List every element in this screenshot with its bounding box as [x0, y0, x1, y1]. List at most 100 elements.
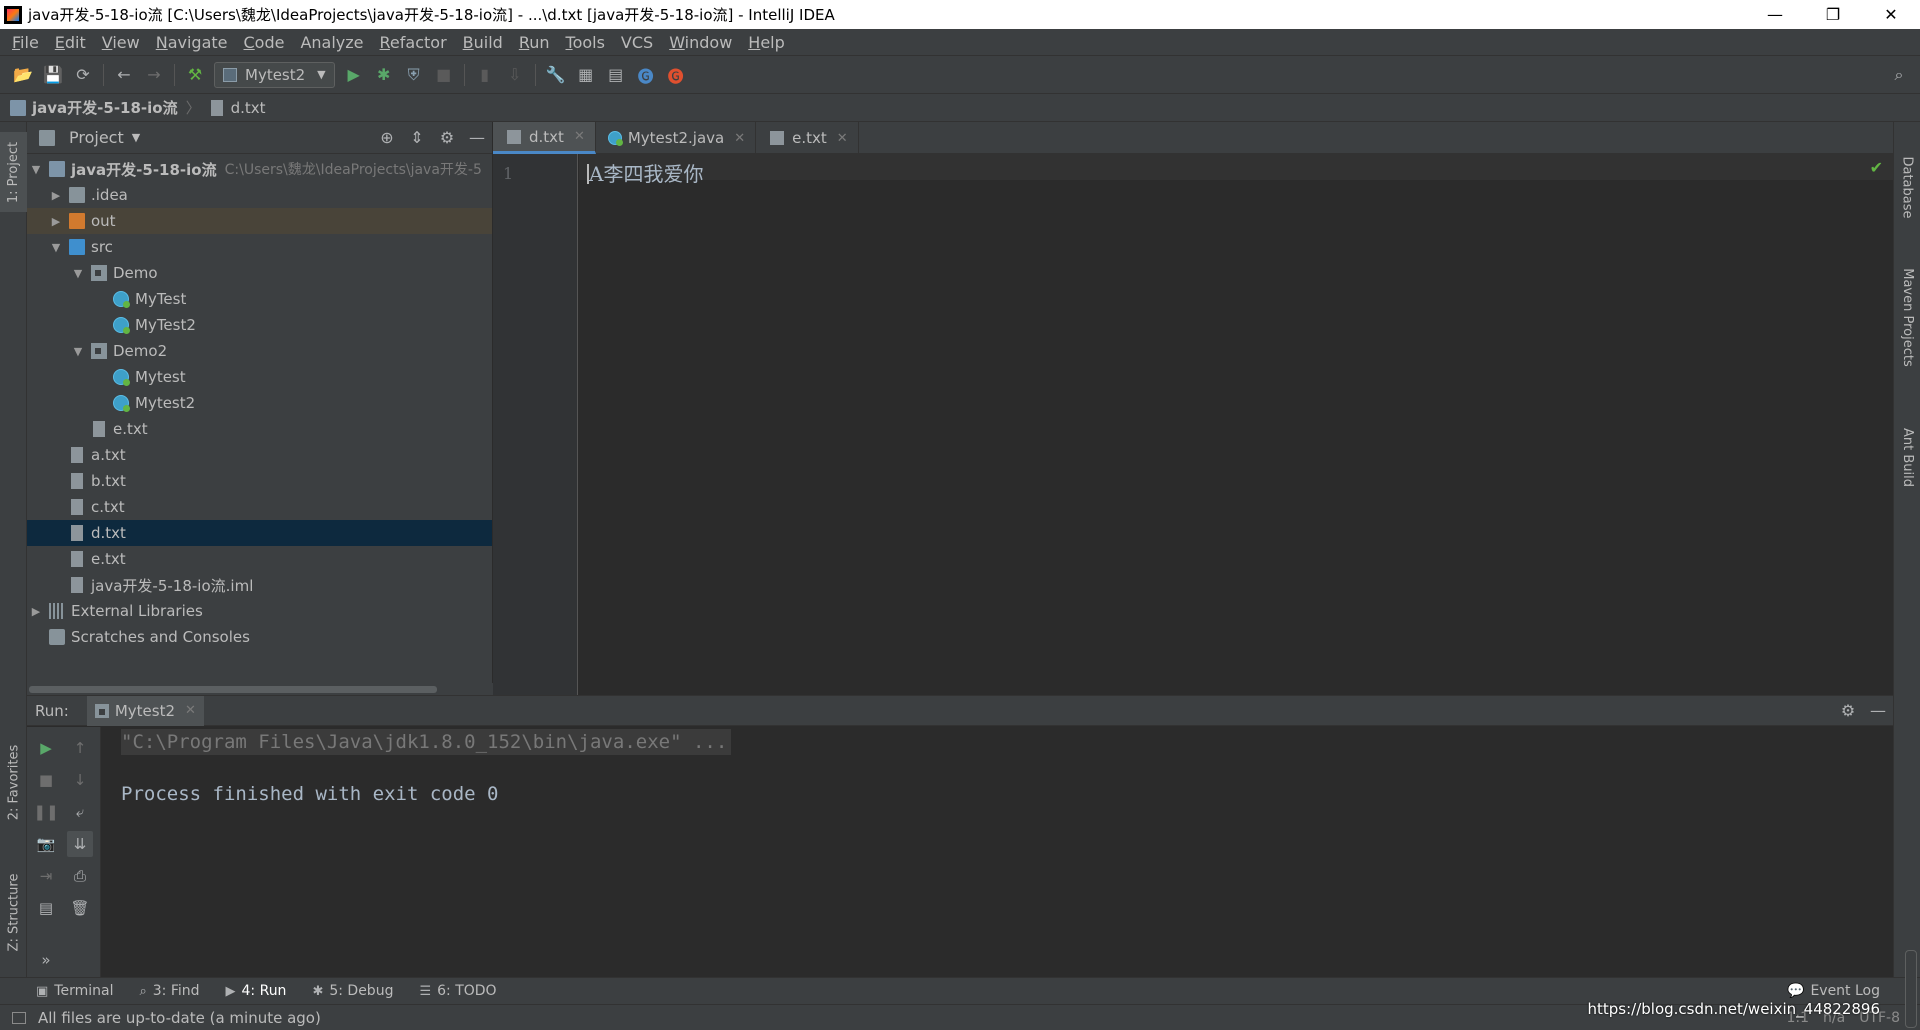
print-icon[interactable]: ⎙: [67, 863, 93, 889]
menu-navigate[interactable]: Navigate: [148, 33, 236, 52]
tab-debug[interactable]: ✱ 5: Debug: [312, 983, 393, 999]
menu-analyze[interactable]: Analyze: [292, 33, 371, 52]
hide-panel-icon[interactable]: —: [462, 123, 492, 153]
coverage-icon[interactable]: ⛨: [399, 60, 429, 90]
rerun-icon[interactable]: ▶: [33, 735, 59, 761]
tree-item-mytest2-demo2[interactable]: Mytest2: [27, 390, 492, 416]
tab-project[interactable]: 1: Project: [0, 132, 27, 212]
tree-item-mytest[interactable]: MyTest: [27, 286, 492, 312]
menu-code[interactable]: Code: [236, 33, 293, 52]
settings-wrench-icon[interactable]: 🔧: [541, 60, 571, 90]
code-text[interactable]: A李四我爱你: [587, 158, 703, 187]
expand-arrow-icon[interactable]: ▼: [71, 267, 85, 280]
expand-arrow-icon[interactable]: ▶: [49, 215, 63, 228]
menu-view[interactable]: View: [94, 33, 148, 52]
tab-e-txt[interactable]: e.txt ✕: [756, 122, 859, 154]
tab-d-txt[interactable]: d.txt ✕: [493, 122, 596, 154]
layout-icon[interactable]: ▤: [33, 895, 59, 921]
tab-run[interactable]: ▶ 4: Run: [226, 983, 287, 999]
tab-favorites[interactable]: 2: Favorites: [0, 732, 27, 832]
menu-refactor[interactable]: Refactor: [372, 33, 455, 52]
run-tab-mytest2[interactable]: Mytest2 ✕: [86, 695, 204, 726]
project-view-select[interactable]: Project: [69, 128, 124, 147]
gear-icon[interactable]: ⚙: [432, 123, 462, 153]
expand-arrow-icon[interactable]: ▼: [29, 163, 43, 176]
soft-wrap-icon[interactable]: ⤶: [67, 799, 93, 825]
run-icon[interactable]: ▶: [339, 60, 369, 90]
console-output[interactable]: "C:\Program Files\Java\jdk1.8.0_152\bin\…: [121, 729, 732, 805]
exit-icon[interactable]: ⇥: [33, 863, 59, 889]
tree-item-scratches[interactable]: Scratches and Consoles: [27, 624, 492, 650]
sdk-manager-icon[interactable]: ▤: [601, 60, 631, 90]
tree-item-e-txt-src[interactable]: e.txt: [27, 416, 492, 442]
menu-vcs[interactable]: VCS: [613, 33, 661, 52]
menu-build[interactable]: Build: [455, 33, 511, 52]
tree-item-demo[interactable]: ▼ Demo: [27, 260, 492, 286]
chevron-down-icon[interactable]: ▼: [132, 131, 140, 144]
tree-item-idea[interactable]: ▶ .idea: [27, 182, 492, 208]
more-icon[interactable]: »: [33, 947, 59, 973]
tree-item-iml[interactable]: java开发-5-18-io流.iml: [27, 572, 492, 598]
tab-terminal[interactable]: ▣ Terminal: [36, 983, 113, 999]
scroll-to-end-icon[interactable]: ⇊: [67, 831, 93, 857]
tree-item-src[interactable]: ▼ src: [27, 234, 492, 260]
run-configuration-select[interactable]: Mytest2 ▼: [214, 61, 335, 88]
event-log-button[interactable]: 💬 Event Log: [1787, 983, 1880, 999]
gear-icon[interactable]: ⚙: [1833, 696, 1863, 726]
vcs-commit-icon[interactable]: ⇩: [500, 60, 530, 90]
expand-arrow-icon[interactable]: ▶: [49, 189, 63, 202]
open-folder-icon[interactable]: 📂: [8, 60, 38, 90]
menu-window[interactable]: Window: [661, 33, 740, 52]
sync-icon[interactable]: ⟳: [68, 60, 98, 90]
back-icon[interactable]: ←: [109, 60, 139, 90]
minimize-button[interactable]: —: [1746, 0, 1804, 29]
close-icon[interactable]: ✕: [837, 131, 848, 146]
console-command[interactable]: "C:\Program Files\Java\jdk1.8.0_152\bin\…: [121, 729, 732, 755]
scroll-down-icon[interactable]: ↓: [67, 767, 93, 793]
expand-arrow-icon[interactable]: ▶: [29, 605, 43, 618]
tool-windows-toggle-icon[interactable]: [12, 1011, 26, 1024]
close-icon[interactable]: ✕: [574, 129, 585, 144]
scrollbar-thumb[interactable]: [29, 686, 437, 693]
menu-tools[interactable]: Tools: [558, 33, 613, 52]
tree-item-external-libraries[interactable]: ▶ External Libraries: [27, 598, 492, 624]
forward-icon[interactable]: →: [139, 60, 169, 90]
tab-database[interactable]: Database: [1894, 142, 1920, 232]
tab-todo[interactable]: ☰ 6: TODO: [419, 983, 496, 999]
expand-arrow-icon[interactable]: ▼: [71, 345, 85, 358]
tab-structure[interactable]: Z: Structure: [0, 862, 27, 962]
dump-threads-icon[interactable]: 📷: [33, 831, 59, 857]
breadcrumb-project[interactable]: java开发-5-18-io流: [10, 97, 178, 118]
vcs-update-icon[interactable]: ▮: [470, 60, 500, 90]
scroll-up-icon[interactable]: ↑: [67, 735, 93, 761]
tab-find[interactable]: ⌕ 3: Find: [139, 983, 199, 999]
memory-indicator[interactable]: [1905, 950, 1917, 1028]
stop-icon[interactable]: ■: [33, 767, 59, 793]
close-icon[interactable]: ✕: [185, 703, 196, 718]
tree-item-out[interactable]: ▶ out: [27, 208, 492, 234]
menu-run[interactable]: Run: [511, 33, 558, 52]
menu-file[interactable]: File: [4, 33, 47, 52]
build-hammer-icon[interactable]: ⚒: [180, 60, 210, 90]
horizontal-scrollbar[interactable]: [27, 683, 493, 695]
restore-button[interactable]: ❐: [1804, 0, 1862, 29]
pause-icon[interactable]: ❚❚: [33, 799, 59, 825]
debug-icon[interactable]: ✱: [369, 60, 399, 90]
code-line[interactable]: A李四我爱你: [589, 162, 703, 186]
tree-item-d-txt[interactable]: d.txt: [27, 520, 492, 546]
close-icon[interactable]: ✕: [734, 131, 745, 146]
tree-item-e-txt[interactable]: e.txt: [27, 546, 492, 572]
save-icon[interactable]: 💾: [38, 60, 68, 90]
tree-item-mytest-demo2[interactable]: Mytest: [27, 364, 492, 390]
translate-icon[interactable]: 🅖: [631, 60, 661, 90]
project-structure-icon[interactable]: ▦: [571, 60, 601, 90]
menu-edit[interactable]: Edit: [47, 33, 94, 52]
stop-icon[interactable]: ■: [429, 60, 459, 90]
tree-item-root[interactable]: ▼ java开发-5-18-io流 C:\Users\魏龙\IdeaProjec…: [27, 156, 492, 182]
translate-alt-icon[interactable]: 🅖: [661, 60, 691, 90]
clear-trash-icon[interactable]: 🗑: [67, 895, 93, 921]
tree-item-demo2[interactable]: ▼ Demo2: [27, 338, 492, 364]
hide-panel-icon[interactable]: —: [1863, 696, 1893, 726]
menu-help[interactable]: Help: [740, 33, 792, 52]
expand-arrow-icon[interactable]: ▼: [49, 241, 63, 254]
